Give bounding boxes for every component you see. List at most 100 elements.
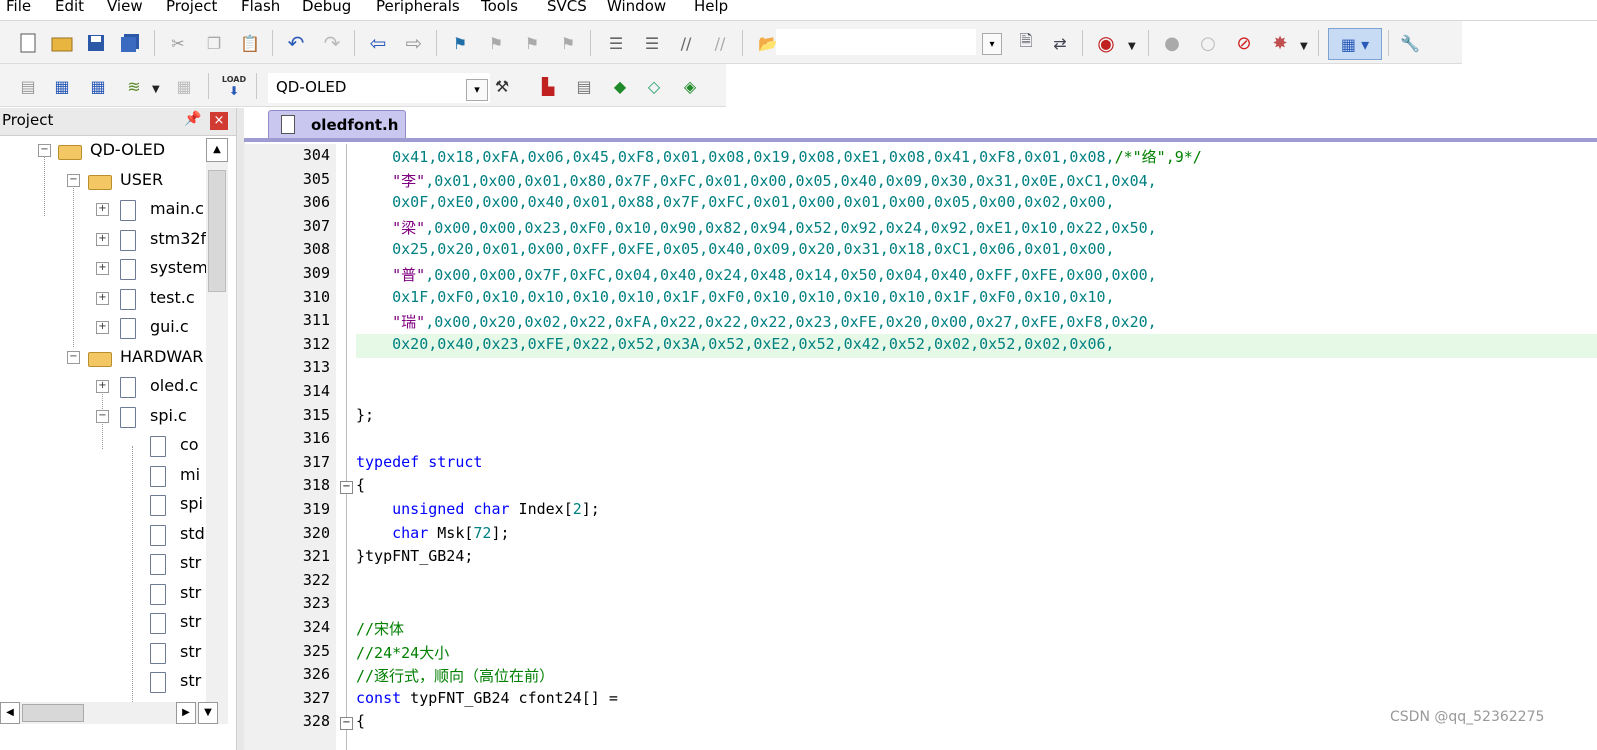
find-field[interactable]	[776, 29, 976, 55]
build-icon[interactable]: ▦	[50, 74, 74, 98]
find-dropdown-icon[interactable]: ▾	[982, 33, 1002, 55]
pack-installer-icon[interactable]: ◈	[678, 74, 702, 98]
download-icon[interactable]: LOAD ⬇	[220, 72, 248, 100]
tree-item-include[interactable]: std	[0, 520, 206, 549]
menu-flash[interactable]: Flash	[241, 0, 280, 15]
cut-icon[interactable]: ✂	[166, 31, 190, 55]
scroll-right-icon[interactable]: ▶	[176, 702, 196, 724]
stop-build-icon[interactable]: ▦	[172, 74, 196, 98]
find-icon[interactable]: 🗎	[1014, 31, 1038, 55]
fold-collapse-icon[interactable]: −	[340, 481, 353, 495]
menu-help[interactable]: Help	[694, 0, 728, 15]
tree-item-include[interactable]: mi	[0, 461, 206, 490]
collapse-icon[interactable]: −	[96, 410, 109, 423]
uncomment-icon[interactable]: //	[708, 31, 732, 55]
tree-item-include[interactable]: spi	[0, 490, 206, 519]
pin-icon[interactable]: 📌	[184, 111, 201, 127]
menu-peripherals[interactable]: Peripherals	[376, 0, 460, 15]
configure-icon[interactable]: 🔧	[1398, 31, 1422, 55]
tree-item-include[interactable]: str	[0, 638, 206, 667]
collapse-icon[interactable]: −	[38, 144, 51, 157]
paste-icon[interactable]: 📋	[238, 31, 262, 55]
expand-icon[interactable]: +	[96, 380, 109, 393]
new-file-icon[interactable]	[16, 31, 40, 55]
comment-icon[interactable]: //	[674, 31, 698, 55]
batch-build-icon[interactable]: ≋	[122, 74, 146, 98]
scroll-down-icon[interactable]: ▼	[198, 702, 218, 724]
fold-collapse-icon[interactable]: −	[340, 717, 353, 731]
tab-oledfont[interactable]: oledfont.h	[268, 110, 406, 139]
breakpoint-insert-icon[interactable]: ●	[1160, 31, 1184, 55]
tree-vertical-scrollbar[interactable]: ▲	[206, 138, 228, 718]
redo-icon[interactable]: ↷	[320, 31, 344, 55]
file-extensions-icon[interactable]: ▙	[536, 74, 560, 98]
chevron-down-icon[interactable]: ▼	[1128, 41, 1136, 52]
menu-view[interactable]: View	[107, 0, 143, 15]
unindent-icon[interactable]: ☰	[640, 31, 664, 55]
menu-edit[interactable]: Edit	[55, 0, 84, 15]
manage-rte-icon[interactable]: ▤	[572, 74, 596, 98]
bookmark-next-icon[interactable]: ⚑	[520, 31, 544, 55]
scroll-thumb[interactable]	[22, 704, 84, 722]
window-layout-icon[interactable]: ▦ ▾	[1328, 28, 1382, 60]
debug-session-icon[interactable]: ◉	[1094, 31, 1118, 55]
navigate-back-icon[interactable]: ⇦	[366, 31, 390, 55]
collapse-icon[interactable]: −	[67, 351, 80, 364]
tree-item-file[interactable]: + oled.c	[0, 372, 206, 401]
tree-item-file[interactable]: + test.c	[0, 284, 206, 313]
breakpoint-disable-icon[interactable]: ○	[1196, 31, 1220, 55]
tree-item-include[interactable]: str	[0, 667, 206, 696]
chevron-down-icon[interactable]: ▼	[152, 84, 160, 95]
replace-icon[interactable]: ⇄	[1048, 31, 1072, 55]
expand-icon[interactable]: +	[96, 321, 109, 334]
expand-icon[interactable]: +	[96, 203, 109, 216]
menu-project[interactable]: Project	[166, 0, 217, 15]
tree-horizontal-scrollbar[interactable]: ◀ ▶ ▼	[0, 702, 228, 724]
indent-icon[interactable]: ☰	[604, 31, 628, 55]
tree-item-file[interactable]: + main.c	[0, 195, 206, 224]
target-options-icon[interactable]: ⚒	[490, 74, 514, 98]
scroll-left-icon[interactable]: ◀	[0, 702, 20, 724]
tree-item-file[interactable]: + system	[0, 254, 206, 283]
tree-item-include[interactable]: str	[0, 549, 206, 578]
scroll-thumb[interactable]	[208, 170, 226, 292]
chevron-down-icon[interactable]: ▾	[466, 79, 488, 101]
tree-item-file[interactable]: + gui.c	[0, 313, 206, 342]
tree-item-file[interactable]: + stm32f	[0, 225, 206, 254]
target-select[interactable]: QD-OLED ▾	[268, 73, 490, 103]
chevron-down-icon[interactable]: ▼	[1300, 41, 1308, 52]
expand-icon[interactable]: +	[96, 233, 109, 246]
undo-icon[interactable]: ↶	[284, 31, 308, 55]
collapse-icon[interactable]: −	[67, 174, 80, 187]
scroll-up-icon[interactable]: ▲	[206, 138, 228, 162]
open-folder-icon[interactable]	[50, 31, 74, 55]
tree-item-project[interactable]: − QD-OLED	[0, 136, 206, 165]
expand-icon[interactable]: +	[96, 292, 109, 305]
navigate-forward-icon[interactable]: ⇨	[402, 31, 426, 55]
menu-debug[interactable]: Debug	[302, 0, 351, 15]
select-packs-icon[interactable]: ◆	[608, 74, 632, 98]
tree-item-file[interactable]: − spi.c	[0, 402, 206, 431]
tree-item-group-hardware[interactable]: − HARDWAR	[0, 343, 206, 372]
menu-window[interactable]: Window	[607, 0, 666, 15]
save-icon[interactable]	[84, 31, 108, 55]
bookmark-prev-icon[interactable]: ⚑	[484, 31, 508, 55]
breakpoint-disable-all-icon[interactable]: ⊘	[1232, 31, 1256, 55]
code-editor[interactable]: 304 0x41,0x18,0xFA,0x06,0x45,0xF8,0x01,0…	[244, 144, 1597, 750]
menu-file[interactable]: File	[6, 0, 31, 15]
tree-item-include[interactable]: str	[0, 608, 206, 637]
menu-tools[interactable]: Tools	[481, 0, 518, 15]
bookmark-icon[interactable]: ⚑	[448, 31, 472, 55]
manage-components-icon[interactable]: ◇	[642, 74, 666, 98]
save-all-icon[interactable]	[118, 31, 142, 55]
bookmark-clear-icon[interactable]: ⚑	[556, 31, 580, 55]
close-icon[interactable]: ×	[210, 112, 228, 130]
tree-item-include[interactable]: co	[0, 431, 206, 460]
tree-item-include[interactable]: str	[0, 579, 206, 608]
translate-icon[interactable]: ▤	[16, 74, 40, 98]
expand-icon[interactable]: +	[96, 262, 109, 275]
breakpoint-kill-all-icon[interactable]: ✸	[1268, 31, 1292, 55]
menu-svcs[interactable]: SVCS	[547, 0, 587, 15]
tree-item-group-user[interactable]: − USER	[0, 166, 206, 195]
copy-icon[interactable]: ❐	[202, 31, 226, 55]
